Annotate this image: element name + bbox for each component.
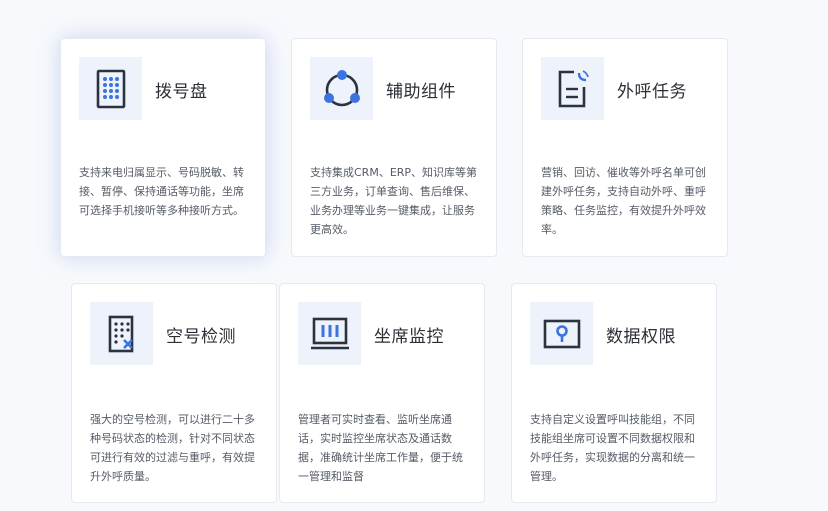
feature-card-dialpad[interactable]: 拨号盘 支持来电归属显示、号码脱敏、转接、暂停、保持通话等功能，坐席可选择手机接… [60,38,266,257]
dialpad-icon [79,57,142,120]
feature-description: 支持来电归属显示、号码脱敏、转接、暂停、保持通话等功能，坐席可选择手机接听等多种… [79,166,244,217]
empty-number-icon [90,302,153,365]
feature-description: 管理者可实时查看、监听坐席通话，实时监控坐席状态及通话数据，准确统计坐席工作量，… [298,413,463,483]
feature-title: 空号检测 [166,327,236,347]
feature-title: 外呼任务 [617,82,687,102]
outbound-task-icon [541,57,604,120]
feature-card-data-permission[interactable]: 数据权限 支持自定义设置呼叫技能组，不同技能组坐席可设置不同数据权限和外呼任务，… [511,283,717,503]
feature-title: 坐席监控 [374,327,444,347]
feature-description: 支持集成CRM、ERP、知识库等第三方业务，订单查询、售后维保、业务办理等业务一… [310,166,478,236]
feature-card-agent-monitor[interactable]: 坐席监控 管理者可实时查看、监听坐席通话，实时监控坐席状态及通话数据，准确统计坐… [279,283,485,503]
integration-icon [310,57,373,120]
feature-card-integration[interactable]: 辅助组件 支持集成CRM、ERP、知识库等第三方业务，订单查询、售后维保、业务办… [291,38,497,257]
feature-card-empty-number[interactable]: 空号检测 强大的空号检测，可以进行二十多种号码状态的检测，针对不同状态可进行有效… [71,283,277,503]
feature-description: 强大的空号检测，可以进行二十多种号码状态的检测，针对不同状态可进行有效的过滤与重… [90,413,255,483]
feature-title: 辅助组件 [386,82,456,102]
agent-monitor-icon [298,302,361,365]
feature-description: 支持自定义设置呼叫技能组，不同技能组坐席可设置不同数据权限和外呼任务，实现数据的… [530,413,695,483]
data-permission-icon [530,302,593,365]
feature-description: 营销、回访、催收等外呼名单可创建外呼任务，支持自动外呼、重呼策略、任务监控，有效… [541,166,706,236]
feature-title: 数据权限 [606,327,676,347]
feature-card-outbound-task[interactable]: 外呼任务 营销、回访、催收等外呼名单可创建外呼任务，支持自动外呼、重呼策略、任务… [522,38,728,257]
feature-grid: 拨号盘 支持来电归属显示、号码脱敏、转接、暂停、保持通话等功能，坐席可选择手机接… [0,0,828,511]
feature-title: 拨号盘 [155,82,208,102]
